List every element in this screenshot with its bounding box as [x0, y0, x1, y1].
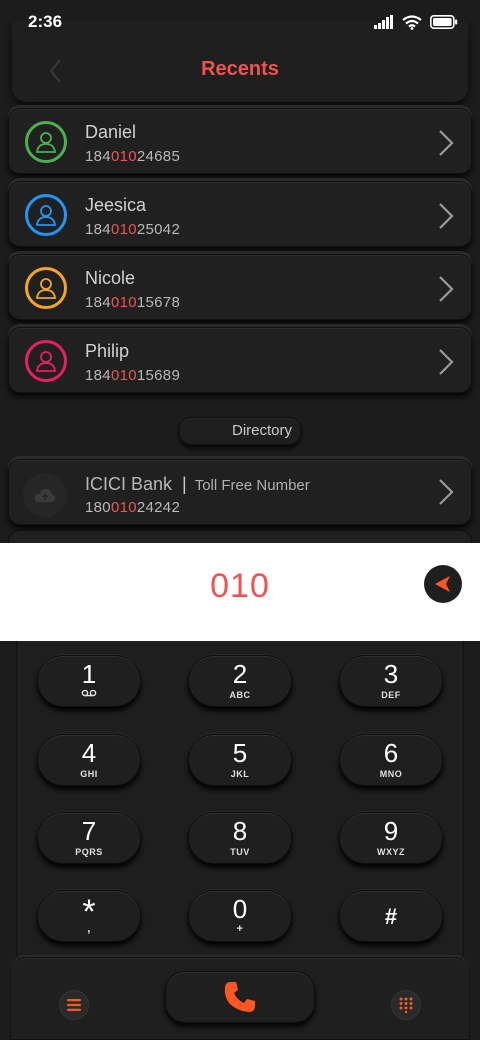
directory-entry-partial: [8, 530, 472, 543]
avatar: [25, 267, 67, 309]
chevron-right-icon: [439, 130, 454, 156]
key-5[interactable]: 5 JKL: [188, 734, 292, 786]
status-icons: [374, 12, 458, 32]
cloud-upload-icon: [34, 488, 56, 502]
key-0[interactable]: 0 +: [188, 890, 292, 942]
menu-button[interactable]: [59, 990, 89, 1020]
contact-card-daniel[interactable]: Daniel 18401024685: [8, 108, 472, 174]
chevron-right-icon: [439, 349, 454, 375]
directory-entry-number: 18001024242: [85, 499, 181, 516]
page-title: Recents: [201, 58, 279, 80]
key-2[interactable]: 2 ABC: [188, 655, 292, 707]
status-time: 2:36: [28, 12, 63, 31]
contact-card-philip[interactable]: Philip 18401015689: [8, 327, 472, 393]
battery-icon: [430, 15, 458, 29]
contact-name: Daniel: [85, 122, 137, 142]
contact-number: 18401015689: [85, 367, 181, 384]
call-button[interactable]: [165, 971, 315, 1023]
recents-screen: 2:36 Recents Daniel 18401024685 Jeesica …: [0, 0, 480, 543]
dialpad-toggle-button[interactable]: [391, 990, 421, 1020]
dialpad-icon: [399, 997, 413, 1013]
menu-icon: [67, 999, 81, 1011]
contact-number: 18401025042: [85, 221, 181, 238]
chevron-right-icon: [439, 203, 454, 229]
phone-icon: [224, 982, 255, 1012]
contact-name: Philip: [85, 341, 130, 361]
key-8[interactable]: 8 TUV: [188, 812, 292, 864]
dialed-number[interactable]: 010: [0, 567, 480, 606]
contact-card-nicole[interactable]: Nicole 18401015678: [8, 254, 472, 320]
contact-card-jeesica[interactable]: Jeesica 18401025042: [8, 181, 472, 247]
backspace-button[interactable]: [424, 565, 462, 603]
voicemail-icon: [81, 689, 97, 697]
person-icon: [35, 205, 57, 226]
send-arrow-icon: [435, 576, 450, 592]
chevron-right-icon: [439, 479, 454, 505]
directory-entry-name: ICICI Bank | Toll Free Number: [85, 474, 310, 494]
person-icon: [35, 132, 57, 153]
contact-name: Nicole: [85, 268, 136, 288]
key-hash[interactable]: #: [339, 890, 443, 942]
person-icon: [35, 278, 57, 299]
key-1[interactable]: 1: [37, 655, 141, 707]
key-3[interactable]: 3 DEF: [339, 655, 443, 707]
avatar: [25, 340, 67, 382]
key-star[interactable]: *,: [37, 890, 141, 942]
avatar: [23, 473, 67, 517]
key-4[interactable]: 4 GHI: [37, 734, 141, 786]
directory-label: Directory: [179, 417, 301, 445]
avatar: [25, 121, 67, 163]
signal-icon: [374, 15, 393, 29]
key-7[interactable]: 7 PQRS: [37, 812, 141, 864]
key-9[interactable]: 9 WXYZ: [339, 812, 443, 864]
dial-input-bar: 010: [0, 543, 480, 641]
contact-number: 18401024685: [85, 148, 181, 165]
avatar: [25, 194, 67, 236]
status-bar: 2:36: [0, 0, 480, 44]
person-icon: [35, 351, 57, 372]
contact-number: 18401015678: [85, 294, 181, 311]
chevron-right-icon: [439, 276, 454, 302]
directory-entry-icici[interactable]: ICICI Bank | Toll Free Number 18001024242: [8, 459, 472, 525]
key-6[interactable]: 6 MNO: [339, 734, 443, 786]
wifi-icon: [402, 14, 422, 30]
contact-name: Jeesica: [85, 195, 147, 215]
